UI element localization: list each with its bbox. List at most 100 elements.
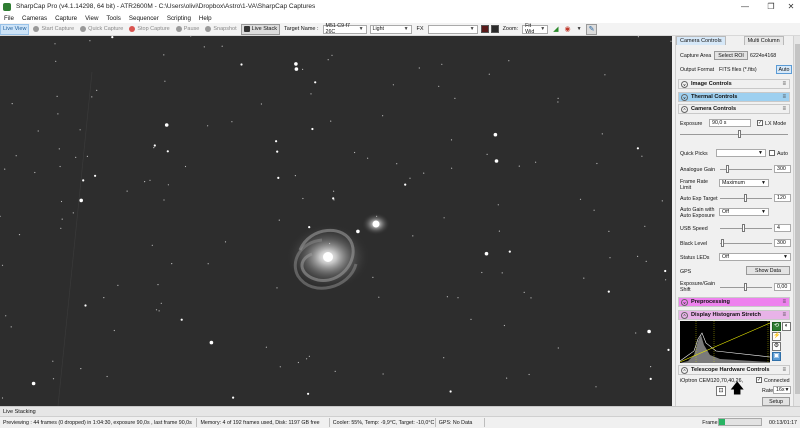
camera-controls-header[interactable]: ^ Camera Controls ≡ <box>678 104 790 114</box>
quick-picks-auto-checkbox[interactable] <box>769 150 775 156</box>
analogue-gain-slider[interactable] <box>720 165 772 173</box>
slider-knob[interactable] <box>744 283 747 291</box>
setup-button[interactable]: Setup <box>762 397 790 406</box>
tab-camera-controls[interactable]: Camera Controls <box>676 36 726 45</box>
analogue-gain-field[interactable]: 300 <box>774 165 791 173</box>
start-capture-button[interactable]: Start Capture <box>31 24 76 35</box>
star <box>498 230 500 232</box>
hamburger-icon[interactable]: ≡ <box>782 94 786 100</box>
scrollbar-thumb[interactable] <box>795 44 800 394</box>
histogram-icon[interactable]: ◢ <box>551 24 560 35</box>
black-level-slider[interactable] <box>720 239 772 247</box>
show-data-button[interactable]: Show Data <box>746 266 790 275</box>
rate-select[interactable]: 16x ▼ <box>773 386 791 394</box>
menu-sequencer[interactable]: Sequencer <box>125 15 163 22</box>
stop-capture-button[interactable]: Stop Capture <box>127 24 171 35</box>
hamburger-icon[interactable]: ≡ <box>782 367 786 373</box>
auto-button[interactable]: Auto <box>776 65 792 74</box>
hamburger-icon[interactable]: ≡ <box>782 106 786 112</box>
star <box>329 242 331 245</box>
live-stack-button[interactable]: Live Stack <box>240 23 280 35</box>
status-leds-select[interactable]: Off ▼ <box>719 253 791 261</box>
auto-exp-target-slider[interactable] <box>720 194 772 202</box>
exposure-gain-shift-field[interactable]: 0,00 <box>774 283 791 291</box>
thermal-controls-header[interactable]: v Thermal Controls ≡ <box>678 92 790 102</box>
menu-view[interactable]: View <box>81 15 102 22</box>
histogram-chart[interactable] <box>680 321 770 363</box>
tool-icon[interactable]: ✎ <box>585 23 598 35</box>
red-swatch-icon[interactable] <box>480 25 489 33</box>
exposure-gain-shift-slider[interactable] <box>720 283 772 291</box>
black-level-field[interactable]: 300 <box>774 239 791 247</box>
menu-tools[interactable]: Tools <box>102 15 124 22</box>
panel-tabs: Camera Controls Multi Column <box>676 36 793 45</box>
slider-knob[interactable] <box>742 224 745 232</box>
hamburger-icon[interactable]: ≡ <box>782 299 786 305</box>
target-name-combo[interactable]: M51 C9 f7 26C ▼ <box>322 23 367 35</box>
tab-multi-column[interactable]: Multi Column <box>743 36 784 45</box>
menu-capture[interactable]: Capture <box>51 15 81 22</box>
auto-exp-target-field[interactable]: 120 <box>774 194 791 202</box>
target-icon[interactable]: ◉ <box>563 24 573 35</box>
telescope-controls-header[interactable]: ^ Telescope Hardware Controls ≡ <box>678 365 790 375</box>
lx-mode-checkbox[interactable]: ✓ <box>757 120 763 126</box>
slider-knob[interactable] <box>738 130 741 138</box>
usb-speed-slider[interactable] <box>720 224 772 232</box>
pause-button[interactable]: Pause <box>174 24 202 35</box>
home-icon[interactable]: ⊡ <box>716 386 726 396</box>
fx-combo[interactable]: ▼ <box>427 24 478 34</box>
maximize-button[interactable]: ❐ <box>760 0 782 13</box>
arrow-up-icon[interactable]: 🡅 <box>730 381 744 396</box>
quick-picks-select[interactable]: ▼ <box>716 149 766 157</box>
dark-swatch-icon[interactable] <box>490 25 499 33</box>
star <box>645 260 647 262</box>
usb-speed-field[interactable]: 4 <box>774 224 791 232</box>
dropdown-icon[interactable]: ▼ <box>575 24 584 35</box>
frame-type-combo[interactable]: Light ▼ <box>369 24 412 34</box>
status-memory: Memory: 4 of 192 frames used, Disk: 1197… <box>197 418 330 427</box>
minimize-button[interactable]: — <box>734 0 756 13</box>
display-histogram-header[interactable]: ^ Display Histogram Stretch ≡ <box>678 310 790 320</box>
hamburger-icon[interactable]: ≡ <box>782 81 786 87</box>
image-viewport[interactable] <box>0 36 672 406</box>
reset-stretch-icon[interactable]: ⟲ <box>772 322 781 331</box>
star <box>278 219 280 221</box>
contrast-icon[interactable]: ◐ <box>782 322 791 331</box>
auto-exp-target-label: Auto Exp Target <box>680 196 718 202</box>
hamburger-icon[interactable]: ≡ <box>782 312 786 318</box>
menu-file[interactable]: File <box>0 15 18 22</box>
menu-scripting[interactable]: Scripting <box>163 15 195 22</box>
save-icon[interactable]: ▣ <box>772 352 781 361</box>
status-previewing: Previewing : 44 frames (0 dropped) in 1:… <box>0 418 198 427</box>
select-roi-button[interactable]: Select ROI <box>714 51 748 60</box>
connected-checkbox[interactable]: ✓ <box>756 377 762 383</box>
auto-gain-select[interactable]: Off ▼ <box>719 208 769 216</box>
image-controls-header[interactable]: v Image Controls ≡ <box>678 79 790 89</box>
live-view-button[interactable]: Live View <box>0 23 30 35</box>
star <box>392 84 394 86</box>
gps-label: GPS <box>680 269 692 275</box>
preprocessing-header[interactable]: v Preprocessing ≡ <box>678 297 790 307</box>
camera-controls-title: Camera Controls <box>691 106 737 112</box>
quick-capture-button[interactable]: Quick Capture <box>78 24 125 35</box>
close-button[interactable]: ✕ <box>780 0 800 13</box>
slider-knob[interactable] <box>726 165 729 173</box>
stop-icon <box>129 26 136 32</box>
live-stacking-tab[interactable]: Live Stacking <box>0 406 800 416</box>
menu-help[interactable]: Help <box>195 15 216 22</box>
companion-core <box>372 220 380 228</box>
zoom-combo[interactable]: Fit Wid ▼ <box>522 23 549 35</box>
frame-rate-select[interactable]: Maximum ▼ <box>719 179 769 187</box>
star <box>470 318 472 320</box>
panel-scrollbar[interactable] <box>793 36 800 406</box>
output-format-label: Output Format <box>680 67 715 73</box>
auto-stretch-icon[interactable]: ⚡ <box>772 332 781 341</box>
slider-knob[interactable] <box>721 239 724 247</box>
settings-icon[interactable]: ⚙ <box>772 342 781 351</box>
snapshot-button[interactable]: Snapshot <box>203 24 238 35</box>
menu-cameras[interactable]: Cameras <box>18 15 51 22</box>
live-stack-icon <box>243 26 250 32</box>
exposure-field[interactable]: 90,0 s <box>709 119 751 127</box>
slider-knob[interactable] <box>744 194 747 202</box>
exposure-slider[interactable] <box>680 130 788 138</box>
